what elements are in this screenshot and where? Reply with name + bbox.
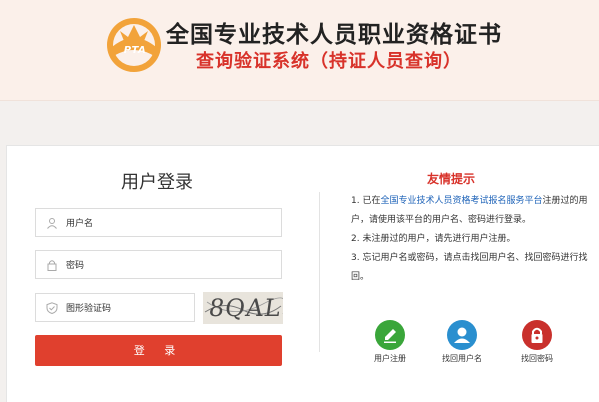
password-placeholder: 密码: [66, 261, 85, 271]
login-title: 用户登录: [121, 172, 193, 193]
tip-1: 1. 已在全国专业技术人员资格考试报名服务平台注册过的用户，请使用该平台的用户名…: [351, 192, 591, 230]
find-username-label: 找回用户名: [442, 354, 482, 363]
register-action[interactable]: 用户注册: [360, 320, 420, 364]
logo-text: PTA: [123, 45, 147, 56]
page-title: 全国专业技术人员职业资格证书: [166, 22, 502, 48]
captcha-placeholder: 图形验证码: [66, 304, 112, 314]
shield-icon: [46, 302, 58, 314]
username-field[interactable]: 用户名: [35, 208, 282, 237]
captcha-text: 8QAL: [207, 294, 283, 322]
user-icon: [47, 218, 57, 229]
login-panel: 用户登录 用户名 密码 图形验证码 8QAL 登 录 友情提示 1. 已在全国专…: [6, 145, 599, 402]
pencil-icon: [375, 320, 405, 350]
tip-1-prefix: 1. 已在: [351, 196, 381, 206]
header: PTA 全国专业技术人员职业资格证书 查询验证系统（持证人员查询）: [0, 0, 599, 101]
divider: [319, 192, 320, 352]
user-icon: [447, 320, 477, 350]
find-password-action[interactable]: 找回密码: [507, 320, 567, 364]
lock-icon: [522, 320, 552, 350]
register-label: 用户注册: [374, 354, 406, 363]
find-password-label: 找回密码: [521, 354, 553, 363]
tips-content: 1. 已在全国专业技术人员资格考试报名服务平台注册过的用户，请使用该平台的用户名…: [351, 192, 591, 287]
lock-outline-icon: [47, 260, 57, 271]
login-button[interactable]: 登 录: [35, 335, 282, 366]
tip-3: 3. 忘记用户名或密码，请点击找回用户名、找回密码进行找回。: [351, 253, 588, 282]
find-username-action[interactable]: 找回用户名: [432, 320, 492, 364]
captcha-image[interactable]: 8QAL: [203, 292, 283, 324]
username-placeholder: 用户名: [66, 219, 94, 229]
platform-link[interactable]: 全国专业技术人员资格考试报名服务平台: [380, 196, 542, 206]
password-field[interactable]: 密码: [35, 250, 282, 279]
tip-2: 2. 未注册过的用户，请先进行用户注册。: [351, 234, 516, 244]
tips-title: 友情提示: [427, 172, 476, 186]
captcha-field[interactable]: 图形验证码: [35, 293, 195, 322]
page-subtitle: 查询验证系统（持证人员查询）: [196, 51, 462, 72]
